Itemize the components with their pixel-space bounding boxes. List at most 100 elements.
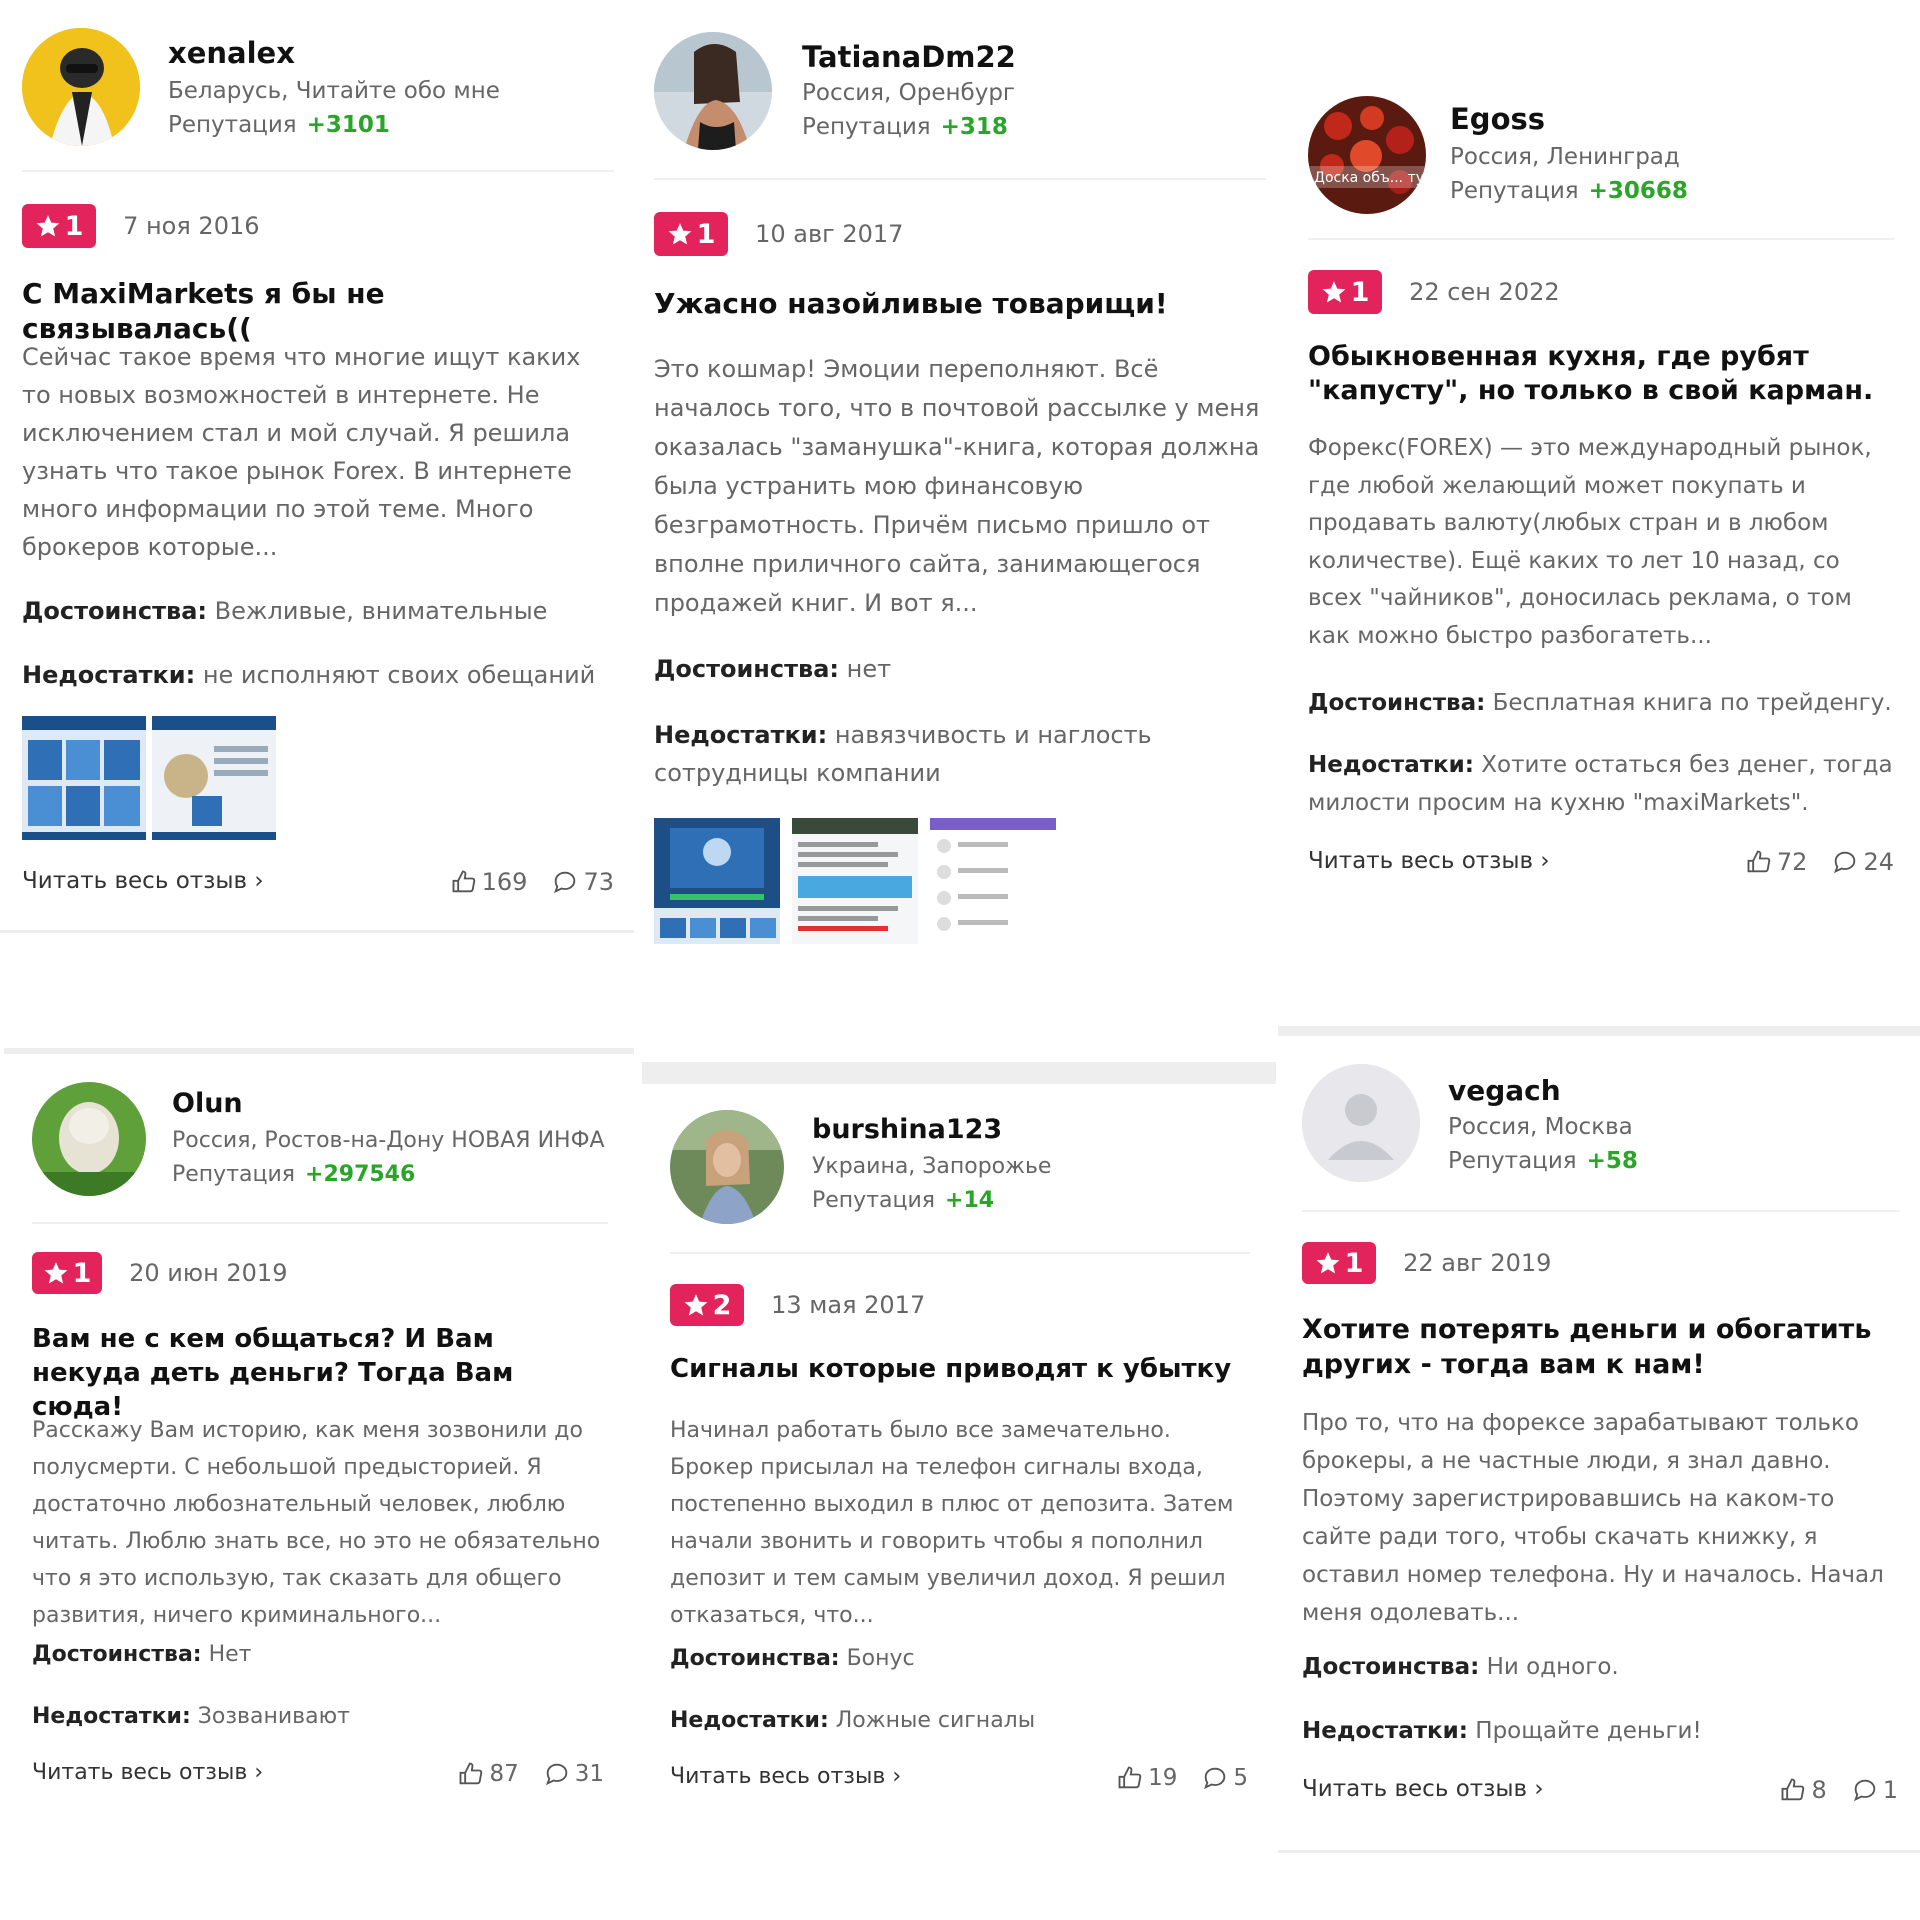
comment-count: 24 [1863,848,1894,876]
review-image-thumbnail[interactable] [930,818,1056,944]
avatar[interactable] [22,28,140,146]
review-images [22,716,276,840]
review-date: 22 авг 2019 [1403,1249,1552,1277]
read-full-review-link[interactable]: Читать весь отзыв › [22,868,264,894]
reputation-label: Репутация [802,114,931,140]
comment-count: 31 [574,1761,604,1787]
review-pros: Достоинства: Вежливые, внимательные [22,592,612,630]
read-full-review-link[interactable]: Читать весь отзыв › [1308,848,1550,874]
username[interactable]: xenalex [168,36,295,70]
star-icon [36,215,59,237]
read-full-review-link[interactable]: Читать весь отзыв › [32,1760,263,1785]
star-icon [44,1262,67,1284]
review-card: xenalex Беларусь, Читайте обо мне Репута… [0,20,634,933]
review-title[interactable]: Хотите потерять деньги и обогатить други… [1302,1312,1872,1382]
user-reputation: Репутация +297546 [172,1162,415,1187]
username[interactable]: vegach [1448,1074,1561,1107]
review-excerpt: Расскажу Вам историю, как меня зозвонили… [32,1418,601,1628]
pros-label: Достоинства: [670,1646,840,1671]
rating-value: 1 [72,1257,92,1289]
review-image-thumbnail[interactable] [152,716,276,840]
cons-label: Недостатки: [22,661,196,689]
thumbs-up-icon [1118,1766,1142,1789]
avatar[interactable]: Доска объ... турал [1308,96,1426,214]
user-reputation: Репутация +3101 [168,112,390,138]
reputation-label: Репутация [168,112,297,138]
comment-button[interactable]: 1 [1851,1776,1898,1804]
chevron-right-icon: › [254,868,264,894]
like-button[interactable]: 19 [1116,1764,1177,1792]
read-full-review-link[interactable]: Читать весь отзыв › [670,1764,901,1789]
avatar[interactable] [670,1110,784,1224]
user-reputation: Репутация +30668 [1450,178,1688,204]
review-image-thumbnail[interactable] [654,818,780,944]
review-pros: Достоинства: нет [654,650,1266,688]
username[interactable]: TatianaDm22 [802,40,1016,74]
chevron-right-icon: › [892,1764,902,1789]
review-cons: Недостатки: Ложные сигналы [670,1702,1250,1740]
review-date: 10 авг 2017 [755,220,904,248]
comment-button[interactable]: 5 [1201,1764,1248,1792]
review-cons: Недостатки: Хотите остаться без денег, т… [1308,746,1894,822]
cons-text: Ложные сигналы [835,1708,1036,1733]
reputation-value: +14 [945,1188,995,1213]
review-image-thumbnail[interactable] [22,716,146,840]
username[interactable]: Egoss [1450,102,1545,136]
review-footer: Читать весь отзыв › 19 5 [670,1764,1248,1798]
review-title[interactable]: С MaxiMarkets я бы не связывалась(( [22,276,602,346]
username[interactable]: Olun [172,1088,243,1119]
thumbs-up-icon [460,1762,483,1785]
pros-text: Нет [208,1642,252,1667]
default-avatar-icon [1302,1064,1420,1182]
like-button[interactable]: 8 [1779,1776,1827,1804]
avatar[interactable] [654,32,772,150]
comment-button[interactable]: 73 [551,868,614,896]
pros-text: Ни одного. [1486,1654,1619,1680]
like-button[interactable]: 72 [1745,848,1807,876]
pros-label: Достоинства: [22,597,208,625]
username[interactable]: burshina123 [812,1114,1002,1145]
comment-count: 73 [583,868,614,896]
divider [22,170,614,172]
read-more-label: Читать весь отзыв [32,1760,248,1785]
card-separator [1278,1850,1920,1853]
reputation-value: +318 [940,114,1008,140]
review-footer: Читать весь отзыв › 8 1 [1302,1776,1898,1810]
like-count: 87 [489,1761,519,1787]
read-more-label: Читать весь отзыв [1302,1776,1528,1802]
review-title[interactable]: Обыкновенная кухня, где рубят "капусту",… [1308,340,1878,408]
review-pros: Достоинства: Ни одного. [1302,1648,1900,1686]
review-title[interactable]: Вам не с кем общаться? И Вам некуда деть… [32,1322,592,1424]
rating-value: 2 [712,1289,732,1321]
review-cons: Недостатки: Прощайте деньги! [1302,1712,1900,1750]
comment-button[interactable]: 31 [543,1760,604,1788]
reputation-label: Репутация [172,1162,296,1187]
like-button[interactable]: 169 [450,868,527,896]
like-count: 8 [1811,1776,1827,1804]
reputation-value: +3101 [306,112,390,138]
review-title[interactable]: Сигналы которые приводят к убытку [670,1352,1250,1387]
read-more-label: Читать весь отзыв [670,1764,886,1789]
comment-icon [1834,851,1856,874]
thumbs-up-icon [1782,1778,1805,1801]
divider [654,178,1266,180]
avatar[interactable] [32,1082,146,1196]
divider [1302,1210,1900,1212]
like-button[interactable]: 87 [457,1760,519,1788]
review-footer: Читать весь отзыв › 87 31 [32,1760,604,1794]
read-full-review-link[interactable]: Читать весь отзыв › [1302,1776,1544,1802]
divider [32,1222,608,1224]
avatar[interactable] [1302,1064,1420,1182]
review-pros: Достоинства: Бесплатная книга по трейден… [1308,684,1894,722]
cons-label: Недостатки: [670,1708,829,1733]
read-more-label: Читать весь отзыв [1308,848,1534,874]
pros-text: нет [846,655,892,683]
review-title[interactable]: Ужасно назойливые товарищи! [654,286,1254,321]
review-pros: Достоинства: Нет [32,1636,608,1674]
review-stats: 87 31 [457,1760,604,1788]
reputation-value: +297546 [305,1162,416,1187]
review-image-thumbnail[interactable] [792,818,918,944]
comment-button[interactable]: 24 [1831,848,1894,876]
review-excerpt: Это кошмар! Эмоции переполняют. Всё нача… [654,355,1260,617]
cons-label: Недостатки: [32,1704,191,1729]
